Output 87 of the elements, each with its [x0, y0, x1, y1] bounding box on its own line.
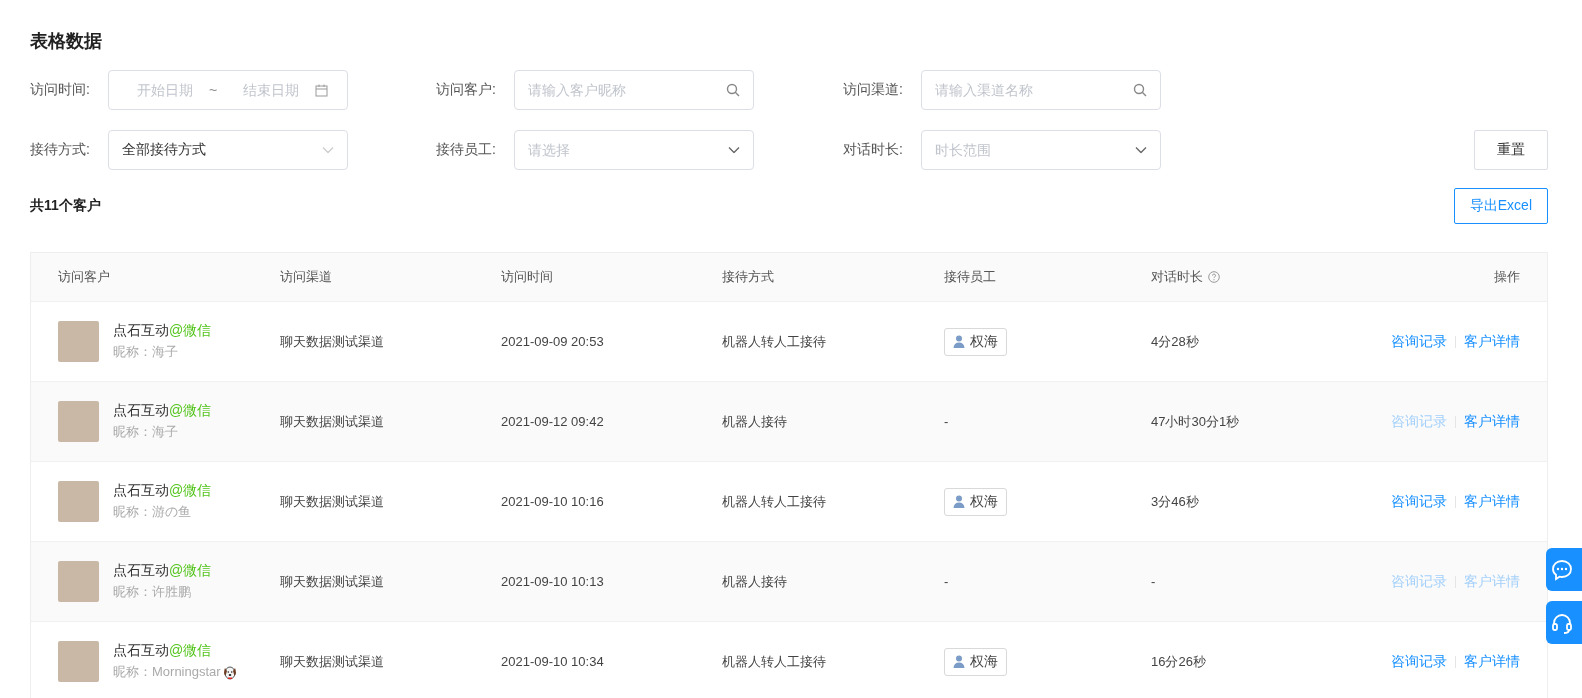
- customer-nickname: 昵称：游の鱼: [113, 503, 191, 521]
- search-icon: [1133, 83, 1147, 97]
- avatar-placeholder: [58, 641, 99, 682]
- search-icon: [726, 83, 740, 97]
- column-header: 访问时间: [501, 268, 553, 286]
- action-link[interactable]: 咨询记录: [1391, 492, 1447, 511]
- customer-nickname: 昵称：许胜鹏: [113, 583, 191, 601]
- table-cell: 机器人接待: [722, 412, 787, 431]
- person-icon: [953, 655, 965, 668]
- column-header: 对话时长: [1151, 268, 1203, 286]
- customer-name: 点石互动@微信: [113, 482, 212, 500]
- avatar-placeholder: [58, 561, 99, 602]
- start-date-input[interactable]: 开始日期: [135, 81, 209, 99]
- customer-nickname: 昵称：海子: [113, 423, 178, 441]
- table-cell: 47小时30分1秒: [1151, 412, 1240, 431]
- select-field[interactable]: 请选择: [514, 130, 754, 170]
- table-cell: 聊天数据测试渠道: [280, 332, 384, 351]
- staff-tag: 权海: [944, 647, 1007, 676]
- avatar-placeholder: [58, 481, 99, 522]
- action-link[interactable]: 咨询记录: [1391, 652, 1447, 671]
- table-cell: 2021-09-12 09:42: [501, 414, 604, 429]
- chevron-down-icon: [1135, 146, 1147, 154]
- table-cell: 机器人转人工接待: [722, 332, 826, 351]
- table-cell: 聊天数据测试渠道: [280, 652, 384, 671]
- date-range-field[interactable]: 开始日期 ~ 结束日期: [108, 70, 348, 110]
- table-cell: 3分46秒: [1151, 492, 1199, 511]
- table-cell: 机器人转人工接待: [722, 652, 826, 671]
- customer-nickname: 昵称：Morningstar: [113, 663, 221, 681]
- action-link[interactable]: 客户详情: [1464, 412, 1520, 431]
- action-link[interactable]: 咨询记录: [1391, 332, 1447, 351]
- select-field[interactable]: 全部接待方式: [108, 130, 348, 170]
- filter-label: 访问时间:: [30, 81, 91, 99]
- table-cell: 2021-09-09 20:53: [501, 334, 604, 349]
- calendar-icon: [315, 83, 328, 97]
- column-header: 操作: [1494, 268, 1520, 286]
- help-icon[interactable]: [1208, 271, 1220, 283]
- customer-name: 点石互动@微信: [113, 402, 212, 420]
- staff-tag: 权海: [944, 487, 1007, 516]
- export-button[interactable]: 导出Excel: [1453, 188, 1548, 224]
- customer-name: 点石互动@微信: [113, 322, 212, 340]
- chevron-down-icon: [322, 146, 334, 154]
- search-field[interactable]: 请输入客户昵称: [514, 70, 754, 110]
- person-icon: [953, 335, 965, 348]
- table-cell: 聊天数据测试渠道: [280, 492, 384, 511]
- search-field[interactable]: 请输入渠道名称: [921, 70, 1161, 110]
- staff-tag: 权海: [944, 327, 1007, 356]
- reset-button[interactable]: 重置: [1474, 130, 1548, 170]
- avatar-placeholder: [58, 321, 99, 362]
- table-cell: 机器人转人工接待: [722, 492, 826, 511]
- customer-name: 点石互动@微信: [113, 642, 213, 660]
- filter-label: 访问客户:: [436, 81, 497, 99]
- table-cell: 2021-09-10 10:13: [501, 574, 604, 589]
- filter-label: 访问渠道:: [843, 81, 904, 99]
- filter-label: 接待方式:: [30, 141, 91, 159]
- headset-button[interactable]: [1546, 601, 1582, 644]
- table-cell: 2021-09-10 10:34: [501, 654, 604, 669]
- column-header: 访问客户: [58, 268, 110, 286]
- column-header: 访问渠道: [280, 268, 332, 286]
- dog-face-icon: [221, 664, 238, 680]
- action-link[interactable]: 客户详情: [1464, 332, 1520, 351]
- customer-nickname: 昵称：海子: [113, 343, 178, 361]
- table-cell: 2021-09-10 10:16: [501, 494, 604, 509]
- end-date-input[interactable]: 结束日期: [241, 81, 315, 99]
- customer-name: 点石互动@微信: [113, 562, 212, 580]
- person-icon: [953, 495, 965, 508]
- table-cell: 聊天数据测试渠道: [280, 572, 384, 591]
- chevron-down-icon: [728, 146, 740, 154]
- filter-label: 对话时长:: [843, 141, 904, 159]
- table-cell: -: [944, 574, 949, 589]
- action-link[interactable]: 客户详情: [1464, 492, 1520, 511]
- filter-label: 接待员工:: [436, 141, 497, 159]
- select-field[interactable]: 时长范围: [921, 130, 1161, 170]
- table-cell: 16分26秒: [1151, 652, 1206, 671]
- range-separator: ~: [209, 82, 219, 98]
- table-cell: -: [1151, 574, 1156, 589]
- page-title: 表格数据: [30, 30, 103, 53]
- total-count: 共11个客户: [30, 197, 101, 215]
- table-cell: 聊天数据测试渠道: [280, 412, 384, 431]
- avatar-placeholder: [58, 401, 99, 442]
- table-cell: 机器人接待: [722, 572, 787, 591]
- table-cell: -: [944, 414, 949, 429]
- column-header: 接待员工: [944, 268, 996, 286]
- column-header: 接待方式: [722, 268, 774, 286]
- chat-bubble-icon: [1550, 557, 1574, 582]
- table-cell: 4分28秒: [1151, 332, 1199, 351]
- action-link[interactable]: 客户详情: [1464, 652, 1520, 671]
- chat-button[interactable]: [1546, 548, 1582, 591]
